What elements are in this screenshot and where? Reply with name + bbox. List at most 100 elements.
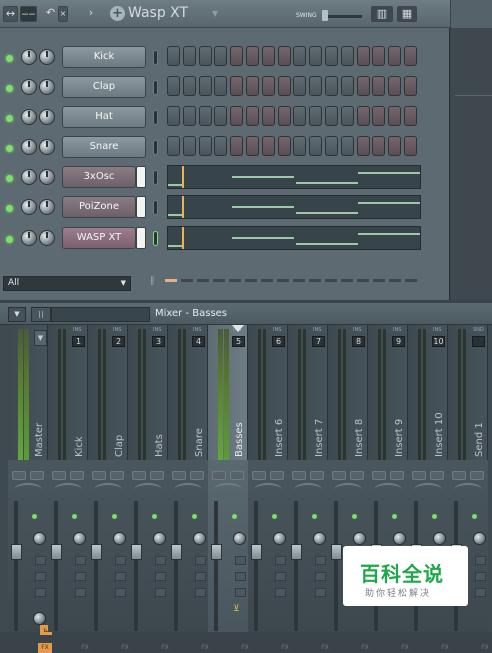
route-up-button[interactable]: [115, 572, 126, 581]
swap-button[interactable]: [315, 556, 326, 565]
track-active-led[interactable]: [472, 514, 477, 519]
fx-button[interactable]: FX: [198, 643, 212, 653]
insert-number[interactable]: 4: [192, 336, 205, 347]
pattern-cell[interactable]: [309, 279, 321, 282]
step-button[interactable]: [167, 76, 180, 96]
master-menu-button[interactable]: ▼: [34, 330, 47, 346]
stereo-right-icon[interactable]: [30, 471, 44, 480]
step-button[interactable]: [277, 76, 291, 96]
insert-number[interactable]: [472, 336, 485, 347]
channel-mute-led[interactable]: [6, 115, 13, 122]
insert-number[interactable]: 8: [352, 336, 365, 347]
stereo-right-icon[interactable]: [150, 471, 164, 480]
track-active-led[interactable]: [72, 514, 77, 519]
stereo-right-icon[interactable]: [470, 471, 484, 480]
channel-volume-knob[interactable]: [39, 139, 55, 155]
stereo-separation-knob[interactable]: [33, 532, 46, 545]
route-down-button[interactable]: [195, 588, 206, 597]
step-button[interactable]: [388, 106, 402, 126]
step-button[interactable]: [372, 106, 386, 126]
view-toggle-button[interactable]: ‒‒: [20, 6, 37, 22]
channel-pan-knob[interactable]: [21, 79, 37, 95]
step-button[interactable]: [198, 106, 212, 126]
step-button[interactable]: [293, 106, 307, 126]
plus-icon[interactable]: +: [110, 6, 125, 21]
step-button[interactable]: [340, 46, 354, 66]
undo-icon[interactable]: ↶: [44, 6, 57, 22]
volume-fader[interactable]: [291, 544, 302, 560]
channel-button[interactable]: Kick: [62, 46, 146, 68]
stereo-left-icon[interactable]: [92, 471, 106, 480]
track-active-led[interactable]: [232, 514, 237, 519]
route-down-button[interactable]: [75, 588, 86, 597]
channel-mute-led[interactable]: [6, 145, 13, 152]
step-button[interactable]: [325, 46, 338, 66]
step-button[interactable]: [214, 76, 228, 96]
arrows-icon[interactable]: ↔: [3, 6, 18, 22]
route-up-button[interactable]: [315, 572, 326, 581]
mixer-track[interactable]: INS 5 Basses FX: [208, 325, 249, 651]
master-knob[interactable]: [33, 612, 46, 625]
step-button[interactable]: [388, 76, 402, 96]
fx-button[interactable]: FX: [318, 643, 332, 653]
pattern-cell[interactable]: [181, 279, 193, 282]
stereo-right-icon[interactable]: [430, 471, 444, 480]
step-button[interactable]: [293, 76, 307, 96]
step-button[interactable]: [261, 106, 275, 126]
stereo-left-icon[interactable]: [212, 471, 226, 480]
stereo-left-icon[interactable]: [132, 471, 146, 480]
channel-select-indicator[interactable]: [153, 110, 158, 125]
pan-knob[interactable]: [94, 483, 122, 497]
volume-fader[interactable]: [251, 544, 262, 560]
channel-volume-knob[interactable]: [39, 49, 55, 65]
pattern-cell[interactable]: [229, 279, 241, 282]
channel-mute-led[interactable]: [6, 55, 13, 62]
pattern-cell[interactable]: [357, 279, 369, 282]
stereo-separation-knob[interactable]: [73, 532, 86, 545]
pan-knob[interactable]: [54, 483, 82, 497]
insert-number[interactable]: 9: [392, 336, 405, 347]
route-up-button[interactable]: [235, 572, 246, 581]
step-button[interactable]: [388, 136, 402, 156]
step-button[interactable]: [309, 136, 323, 156]
mixer-track[interactable]: INS 6 Insert 6 FX: [248, 325, 289, 651]
step-button[interactable]: [261, 76, 275, 96]
channel-button[interactable]: 3xOsc: [62, 166, 136, 188]
channel-color-swatch[interactable]: [136, 166, 146, 188]
insert-number[interactable]: 3: [152, 336, 165, 347]
pan-knob[interactable]: [414, 483, 442, 497]
stereo-left-icon[interactable]: [332, 471, 346, 480]
route-up-button[interactable]: [275, 572, 286, 581]
route-down-button[interactable]: [315, 588, 326, 597]
channel-pan-knob[interactable]: [21, 230, 37, 246]
pan-knob[interactable]: [134, 483, 162, 497]
route-up-button[interactable]: [475, 572, 486, 581]
channel-select-indicator[interactable]: [153, 200, 158, 215]
swap-button[interactable]: [75, 556, 86, 565]
pattern-cell[interactable]: [293, 279, 305, 282]
stereo-right-icon[interactable]: [310, 471, 324, 480]
volume-fader[interactable]: [11, 544, 22, 560]
step-button[interactable]: [246, 136, 259, 156]
channel-select-indicator[interactable]: [153, 140, 158, 155]
stereo-separation-knob[interactable]: [313, 532, 326, 545]
channel-pan-knob[interactable]: [21, 139, 37, 155]
graph-editor-icon[interactable]: ▥: [371, 6, 393, 22]
channel-button[interactable]: Clap: [62, 76, 146, 98]
step-button[interactable]: [325, 106, 338, 126]
mixer-track[interactable]: INS 2 Clap FX: [88, 325, 129, 651]
fx-button[interactable]: FX: [78, 643, 92, 653]
step-button[interactable]: [230, 106, 244, 126]
step-button[interactable]: [246, 46, 259, 66]
stereo-right-icon[interactable]: [70, 471, 84, 480]
insert-number[interactable]: 2: [112, 336, 125, 347]
pattern-cell[interactable]: [197, 279, 209, 282]
close-icon[interactable]: ×: [58, 6, 68, 22]
step-button[interactable]: [388, 46, 402, 66]
chevron-down-icon[interactable]: ▼: [212, 9, 218, 18]
step-button[interactable]: [167, 46, 180, 66]
swing-slider[interactable]: [322, 10, 362, 21]
stereo-left-icon[interactable]: [52, 471, 66, 480]
volume-fader[interactable]: [91, 544, 102, 560]
channel-mute-led[interactable]: [6, 175, 13, 182]
